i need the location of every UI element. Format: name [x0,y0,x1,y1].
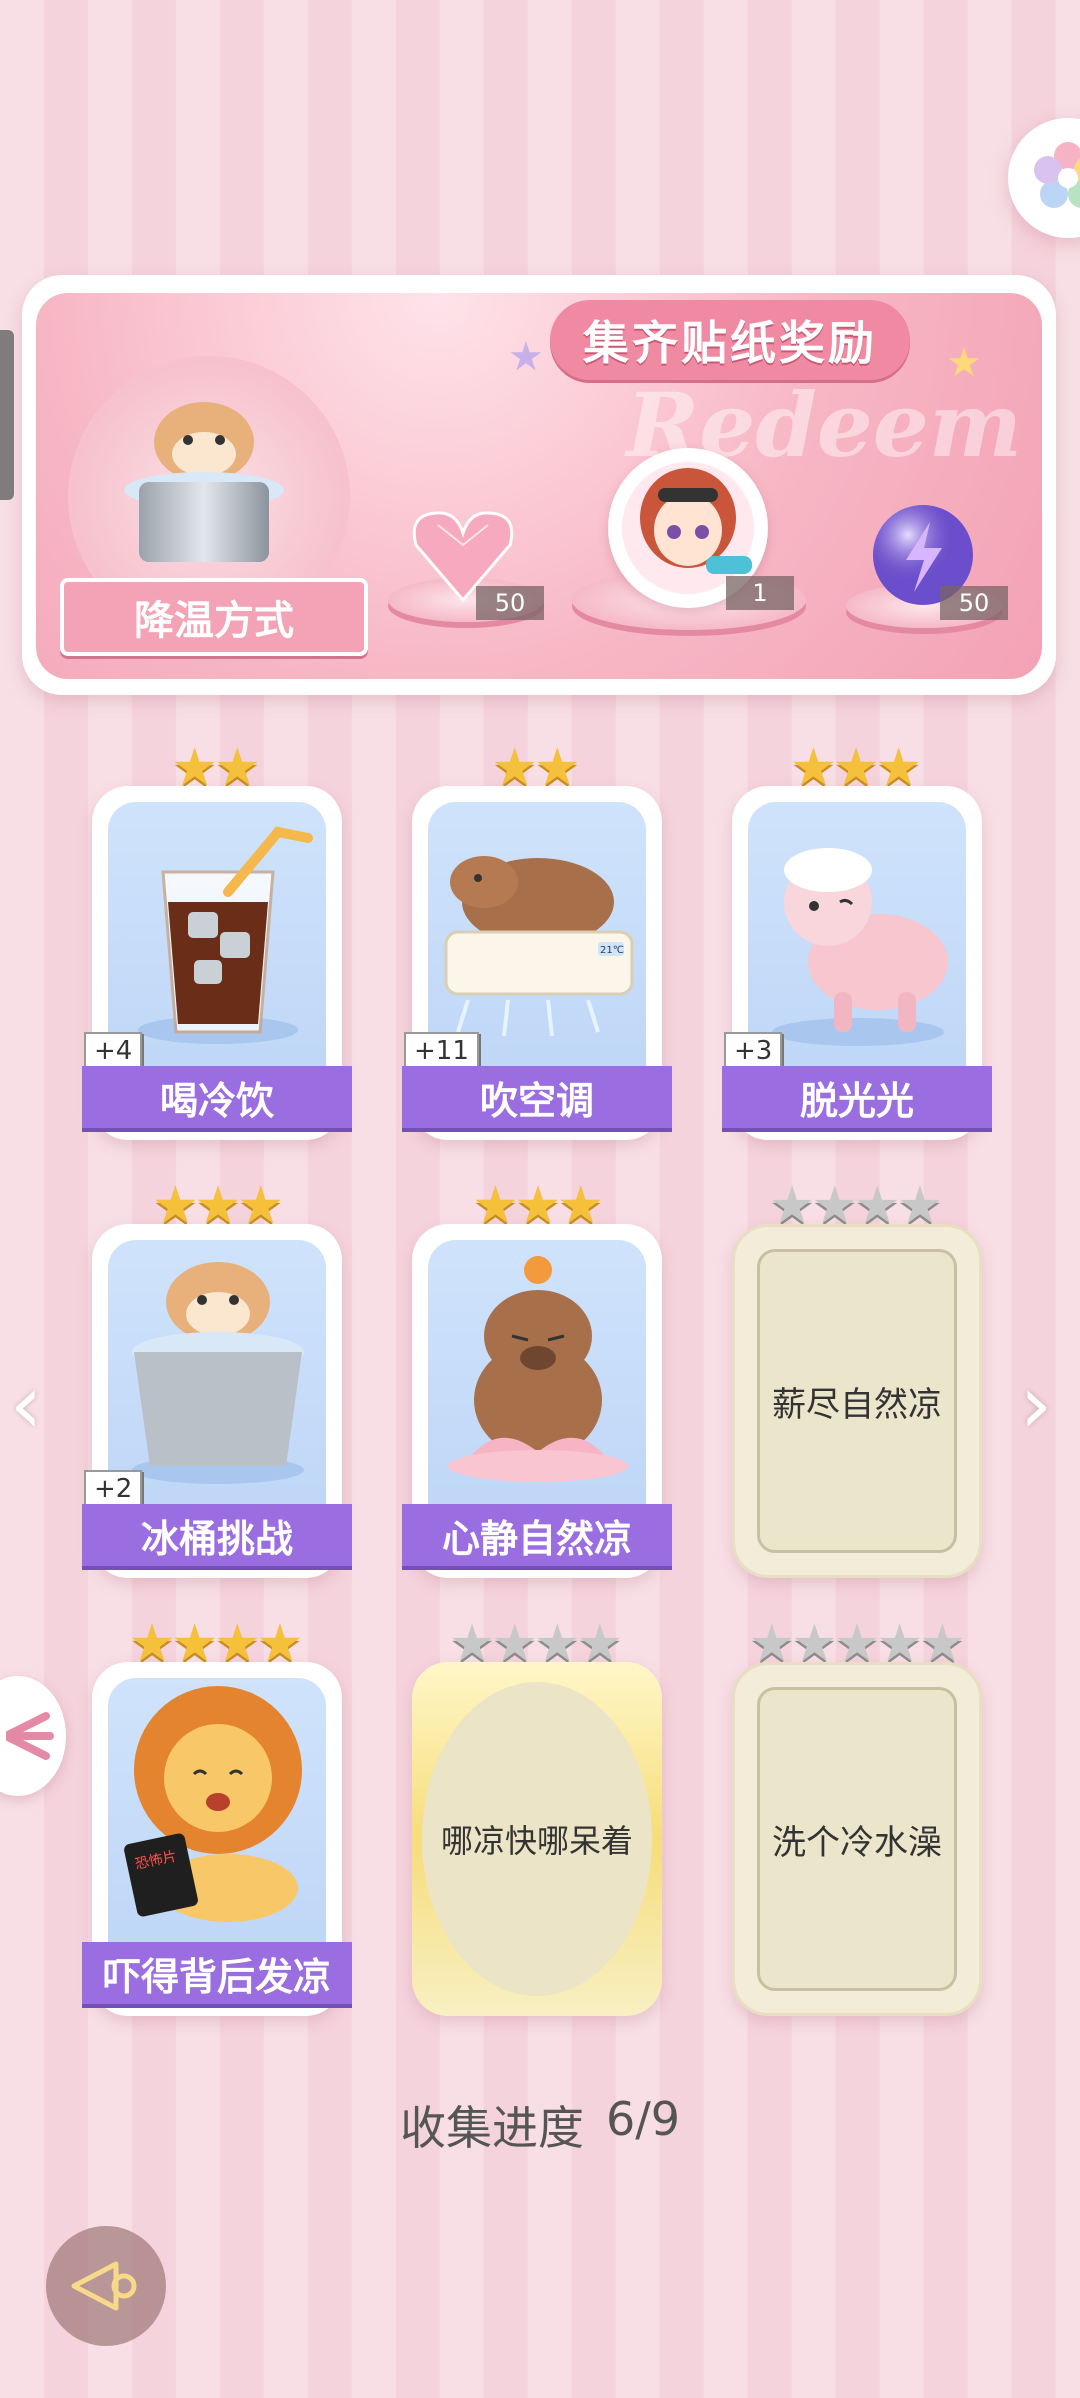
card-label: 心静自然凉 [402,1504,672,1566]
iced-drink-icon [138,826,313,1044]
bonus-badge: +2 [84,1470,143,1508]
locked-sticker-card[interactable]: 洗个冷水澡 [732,1662,982,2016]
progress-label: 收集进度 [399,2101,584,2155]
sticker-card[interactable]: +2 冰桶挑战 [82,1224,352,1578]
hamster-ice-bucket-icon [132,1262,304,1484]
locked-sticker-card[interactable]: 哪凉快哪呆着 [412,1662,662,2016]
hamster-ice-bucket-icon [124,402,284,562]
sticker-card[interactable]: 心静自然凉 [402,1224,672,1578]
purple-star-icon: ★ [508,334,544,380]
back-arrow-icon [71,2261,137,2311]
card-label: 洗个冷水澡 [772,1822,942,1863]
capybara-air-conditioner-icon: 21℃ [444,856,634,1037]
bonus-badge: +11 [404,1032,479,1070]
collection-progress: 收集进度 6/9 [0,2092,1080,2158]
card-label: 哪凉快哪呆着 [440,1822,633,1860]
bonus-badge: +4 [84,1032,143,1070]
card-label: 脱光光 [722,1066,992,1128]
locked-sticker-card[interactable]: 薪尽自然凉 [732,1224,982,1578]
meditating-capybara-icon [448,1256,628,1482]
card-label: 薪尽自然凉 [772,1384,942,1425]
prev-arrow-icon[interactable]: ‹ [10,1358,42,1451]
yellow-star-icon: ★ [946,340,982,386]
next-arrow-icon[interactable]: › [1020,1358,1052,1451]
reward-count: 50 [476,586,544,620]
pink-sheep-icon [772,848,948,1046]
flower-float-button[interactable] [1008,118,1080,238]
banner-title: 集齐贴纸奖励 [550,300,910,380]
progress-value: 6/9 [605,2092,681,2146]
sticker-card[interactable]: +3 脱光光 [722,786,992,1140]
ac-temp-text: 21℃ [600,945,624,956]
sticker-card[interactable]: +4 喝冷饮 [82,786,352,1140]
card-label: 吹空调 [402,1066,672,1128]
side-menu-bubble[interactable] [0,1676,66,1796]
left-edge-tab[interactable] [0,330,14,500]
reward-count: 1 [726,576,794,610]
flower-icon [1034,142,1080,208]
card-label: 吓得背后发凉 [82,1942,352,2004]
fan-icon [6,1712,54,1760]
sticker-card[interactable]: 恐怖片 吓得背后发凉 [82,1662,352,2016]
card-label: 喝冷饮 [82,1066,352,1128]
card-label: 冰桶挑战 [82,1504,352,1566]
back-button[interactable] [46,2226,166,2346]
bonus-badge: +3 [724,1032,783,1070]
reward-count: 50 [940,586,1008,620]
sticker-card[interactable]: 21℃ +11 吹空调 [402,786,672,1140]
scared-lion-icon: 恐怖片 [124,1686,302,1922]
cooling-method-label: 降温方式 [60,578,368,656]
